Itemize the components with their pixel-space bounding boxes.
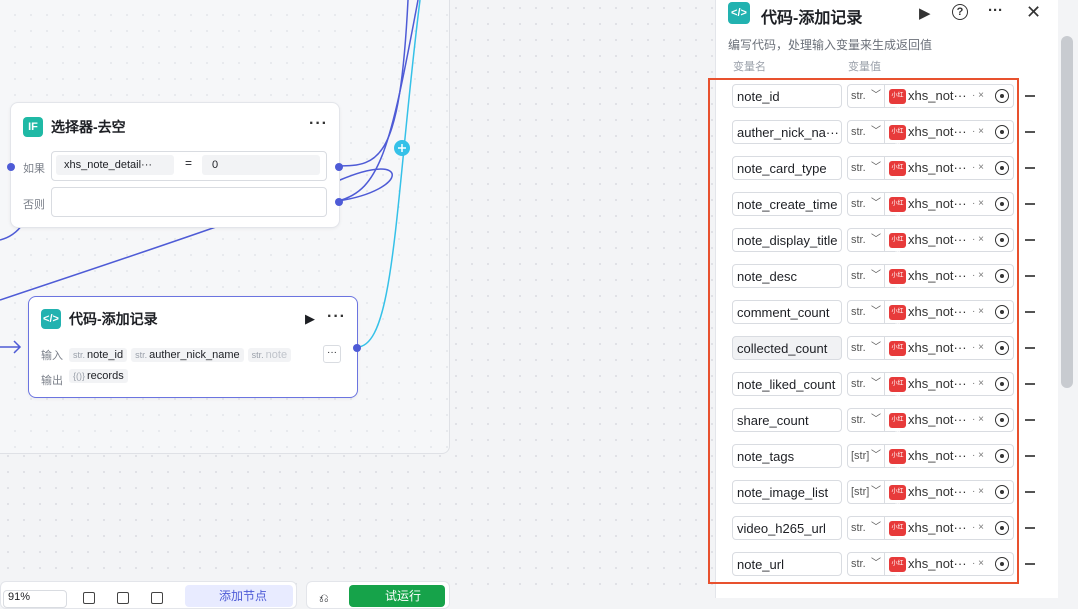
workflow-canvas[interactable]: IF 选择器-去空 ··· 如果 xhs_note_detail··· = 0 …	[0, 0, 715, 609]
remove-row-icon[interactable]	[1025, 167, 1035, 169]
comment-icon[interactable]	[151, 592, 163, 604]
input-label: 输入	[41, 350, 63, 362]
remove-row-icon[interactable]	[1025, 203, 1035, 205]
remove-row-icon[interactable]	[1025, 347, 1035, 349]
input-tags: str. note_id str. auther_nick_name str. note	[69, 345, 321, 363]
selector-node-title: 选择器-去空	[51, 119, 126, 135]
else-label: 否则	[23, 199, 45, 211]
selector-more-icon[interactable]: ···	[309, 115, 328, 133]
output-tag: {()} records	[69, 369, 128, 383]
highlight-box	[708, 78, 1019, 584]
remove-row-icon[interactable]	[1025, 95, 1035, 97]
add-node-button[interactable]: 添加节点	[185, 585, 293, 607]
condition-operator[interactable]: =	[185, 156, 192, 170]
code-node-title: 代码-添加记录	[69, 311, 158, 327]
input-more-button[interactable]: ···	[323, 345, 341, 363]
output-label: 输出	[41, 375, 63, 387]
remove-row-icon[interactable]	[1025, 563, 1035, 565]
code-run-icon[interactable]: ▶	[305, 311, 315, 327]
history-icon[interactable]: ⎌	[319, 591, 329, 606]
remove-row-icon[interactable]	[1025, 419, 1035, 421]
if-label: 如果	[23, 163, 45, 175]
if-false-port[interactable]	[335, 198, 343, 206]
column-variable-value: 变量值	[848, 61, 881, 73]
remove-row-icon[interactable]	[1025, 131, 1035, 133]
selector-node[interactable]: IF 选择器-去空 ··· 如果 xhs_note_detail··· = 0 …	[7, 102, 343, 228]
close-icon[interactable]: ✕	[1026, 2, 1041, 23]
zoom-select[interactable]: 91%	[3, 590, 67, 608]
code-node[interactable]: </> 代码-添加记录 ▶ ··· 输入 str. note_id str. auth…	[28, 296, 361, 398]
canvas-toolbar: 91% 添加节点	[0, 581, 297, 609]
remove-row-icon[interactable]	[1025, 275, 1035, 277]
condition-variable[interactable]: xhs_note_detail···	[56, 155, 174, 175]
input-tag: str. note_id	[69, 348, 128, 362]
remove-row-icon[interactable]	[1025, 239, 1035, 241]
if-true-port[interactable]	[335, 163, 343, 171]
input-tag: str. note	[247, 348, 292, 362]
code-icon: </>	[728, 2, 750, 24]
remove-row-icon[interactable]	[1025, 527, 1035, 529]
layout-icon[interactable]	[117, 592, 129, 604]
remove-row-icon[interactable]	[1025, 383, 1035, 385]
code-icon: </>	[41, 309, 61, 329]
input-tag: str. auther_nick_name	[131, 348, 244, 362]
run-icon[interactable]: ▶	[919, 4, 931, 22]
column-variable-name: 变量名	[733, 61, 766, 73]
more-icon[interactable]: ···	[988, 2, 1003, 19]
code-more-icon[interactable]: ···	[327, 308, 346, 326]
condition-row[interactable]: xhs_note_detail··· = 0	[51, 151, 327, 181]
panel-description: 编写代码，处理输入变量来生成返回值	[728, 38, 933, 52]
code-output-port[interactable]	[353, 344, 361, 352]
if-icon: IF	[23, 117, 43, 137]
remove-row-icon[interactable]	[1025, 491, 1035, 493]
help-icon[interactable]: ?	[952, 4, 968, 20]
else-row[interactable]	[51, 187, 327, 217]
remove-row-icon[interactable]	[1025, 311, 1035, 313]
remove-row-icon[interactable]	[1025, 455, 1035, 457]
panel-title: 代码-添加记录	[761, 10, 863, 27]
condition-value[interactable]: 0	[202, 155, 320, 175]
selector-input-port[interactable]	[7, 163, 15, 171]
trial-run-button[interactable]: 试运行	[349, 585, 445, 607]
minimap-icon[interactable]	[83, 592, 95, 604]
run-toolbar: ⎌ 试运行	[306, 581, 450, 609]
panel-scrollbar-thumb[interactable]	[1061, 36, 1073, 388]
